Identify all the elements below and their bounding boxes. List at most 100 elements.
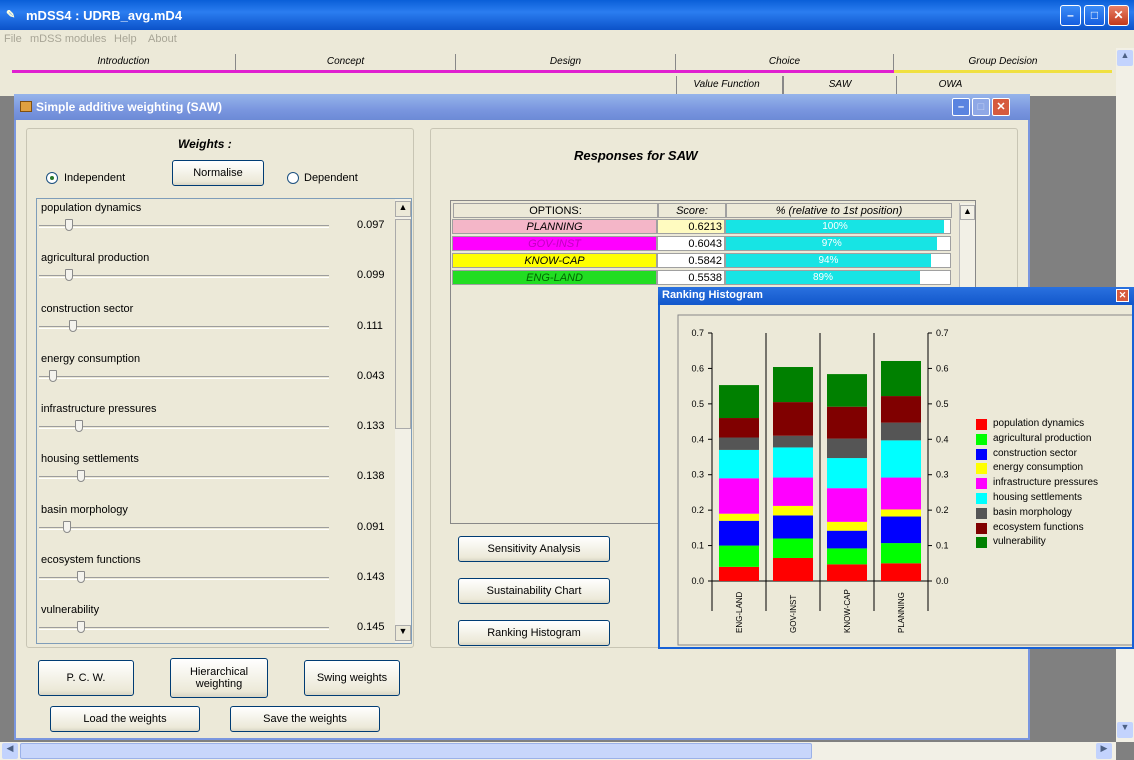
- menu-about[interactable]: About: [148, 33, 177, 45]
- bar-segment: [827, 406, 867, 439]
- y-tick-label: 0.0: [936, 576, 949, 586]
- bar-segment: [881, 422, 921, 441]
- tab-concept[interactable]: Concept: [236, 54, 456, 70]
- minimize-button[interactable]: –: [1060, 5, 1081, 26]
- weight-label: infrastructure pressures: [41, 403, 157, 415]
- scroll-down-icon[interactable]: ▼: [1117, 722, 1133, 738]
- weight-value: 0.099: [357, 269, 385, 281]
- saw-close-button[interactable]: ✕: [992, 98, 1010, 116]
- saw-minimize-button[interactable]: –: [952, 98, 970, 116]
- bar-segment: [773, 367, 813, 403]
- response-score: 0.6043: [657, 236, 725, 251]
- saw-maximize-button[interactable]: □: [972, 98, 990, 116]
- scroll-up-icon[interactable]: ▲: [1117, 50, 1133, 66]
- weight-slider-track[interactable]: [39, 527, 329, 530]
- app-title: mDSS4 : UDRB_avg.mD4: [26, 8, 183, 23]
- weight-slider-track[interactable]: [39, 326, 329, 329]
- weight-label: energy consumption: [41, 353, 141, 365]
- pcw-button[interactable]: P. C. W.: [38, 660, 134, 696]
- load-weights-button[interactable]: Load the weights: [50, 706, 200, 732]
- bar-segment: [881, 396, 921, 423]
- bar-segment: [719, 437, 759, 450]
- weight-slider-thumb[interactable]: [75, 420, 83, 432]
- independent-radio[interactable]: [46, 172, 58, 184]
- col-pct-header: % (relative to 1st position): [726, 203, 952, 218]
- weight-slider-thumb[interactable]: [77, 470, 85, 482]
- responses-scroll-up-icon[interactable]: ▲: [960, 205, 975, 220]
- menu-help[interactable]: Help: [114, 33, 137, 45]
- tab-introduction[interactable]: Introduction: [12, 54, 236, 70]
- weight-slider-thumb[interactable]: [65, 219, 73, 231]
- legend-swatch: [976, 537, 987, 549]
- legend-label: vulnerability: [993, 536, 1046, 548]
- histogram-close-icon[interactable]: ✕: [1116, 289, 1129, 302]
- weight-value: 0.043: [357, 370, 385, 382]
- swing-weights-button[interactable]: Swing weights: [304, 660, 400, 696]
- subtab-value-function[interactable]: Value Function: [676, 76, 776, 94]
- weight-slider-track[interactable]: [39, 275, 329, 278]
- weight-label: population dynamics: [41, 202, 142, 214]
- sustainability-chart-button[interactable]: Sustainability Chart: [458, 578, 610, 604]
- save-weights-button[interactable]: Save the weights: [230, 706, 380, 732]
- weights-scrollbar[interactable]: ▲ ▼: [395, 199, 411, 643]
- histogram-titlebar: Ranking Histogram ✕: [658, 287, 1134, 305]
- normalise-button[interactable]: Normalise: [172, 160, 264, 186]
- weight-slider-thumb[interactable]: [77, 571, 85, 583]
- bar-segment: [719, 513, 759, 521]
- tab-choice[interactable]: Choice: [676, 54, 894, 70]
- tab-group-decision[interactable]: Group Decision: [894, 54, 1112, 70]
- col-score-header: Score:: [658, 203, 726, 218]
- weights-scroll-down-icon[interactable]: ▼: [395, 625, 411, 641]
- weight-slider-thumb[interactable]: [69, 320, 77, 332]
- response-pct-bar: 100%: [726, 220, 944, 233]
- legend-item: housing settlements: [976, 492, 1126, 506]
- y-tick-label: 0.1: [691, 541, 704, 551]
- legend-swatch: [976, 478, 987, 490]
- menu-mdss-modules[interactable]: mDSS modules: [30, 33, 106, 45]
- bar-segment: [881, 509, 921, 517]
- scroll-right-icon[interactable]: ▶: [1096, 743, 1112, 759]
- weight-slider-thumb[interactable]: [77, 621, 85, 633]
- bar-segment: [827, 530, 867, 549]
- legend-swatch: [976, 448, 987, 460]
- legend-label: basin morphology: [993, 506, 1072, 518]
- weight-slider-thumb[interactable]: [63, 521, 71, 533]
- bar-segment: [827, 564, 867, 581]
- weight-slider-thumb[interactable]: [49, 370, 57, 382]
- response-score: 0.6213: [657, 219, 725, 234]
- weight-slider-track[interactable]: [39, 225, 329, 228]
- bar-segment: [827, 548, 867, 565]
- subtab-owa[interactable]: OWA: [896, 76, 1004, 94]
- weights-scroll-thumb[interactable]: [395, 219, 411, 429]
- bar-segment: [773, 515, 813, 539]
- weight-value: 0.143: [357, 571, 385, 583]
- response-option: GOV-INST: [452, 236, 657, 251]
- hierarchical-weighting-button[interactable]: Hierarchical weighting: [170, 658, 268, 698]
- weight-label: construction sector: [41, 303, 134, 315]
- ranking-histogram-button[interactable]: Ranking Histogram: [458, 620, 610, 646]
- legend-swatch: [976, 463, 987, 475]
- weight-slider-track[interactable]: [39, 376, 329, 379]
- weights-list: population dynamics 0.097 agricultural p…: [36, 198, 412, 644]
- tab-design[interactable]: Design: [456, 54, 676, 70]
- app-titlebar: ✎ mDSS4 : UDRB_avg.mD4 – □ ✕: [0, 0, 1134, 30]
- maximize-button[interactable]: □: [1084, 5, 1105, 26]
- bar-segment: [719, 385, 759, 419]
- dependent-radio[interactable]: [287, 172, 299, 184]
- category-label: PLANNING: [897, 592, 906, 633]
- close-button[interactable]: ✕: [1108, 5, 1129, 26]
- weight-slider-thumb[interactable]: [65, 269, 73, 281]
- weight-label: vulnerability: [41, 604, 100, 616]
- h-scroll-thumb[interactable]: [20, 743, 812, 759]
- main-horizontal-scrollbar[interactable]: ◀ ▶: [0, 742, 1116, 760]
- scroll-left-icon[interactable]: ◀: [2, 743, 18, 759]
- weights-scroll-up-icon[interactable]: ▲: [395, 201, 411, 217]
- legend-item: basin morphology: [976, 507, 1126, 521]
- sensitivity-analysis-button[interactable]: Sensitivity Analysis: [458, 536, 610, 562]
- legend-item: energy consumption: [976, 462, 1126, 476]
- menu-file[interactable]: File: [4, 33, 22, 45]
- legend-item: agricultural production: [976, 433, 1126, 447]
- subtab-saw[interactable]: SAW: [782, 76, 896, 94]
- category-label: KNOW-CAP: [843, 589, 852, 633]
- weight-value: 0.133: [357, 420, 385, 432]
